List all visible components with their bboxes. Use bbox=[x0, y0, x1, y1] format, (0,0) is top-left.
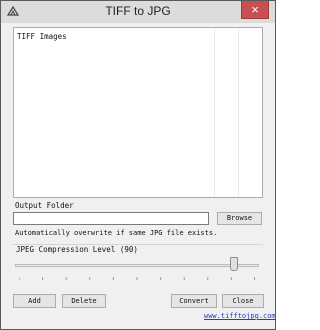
list-column-divider bbox=[214, 28, 215, 197]
compression-slider-thumb[interactable] bbox=[230, 257, 238, 271]
window-close-button[interactable]: × bbox=[241, 1, 269, 19]
tiff-images-list[interactable]: TIFF Images bbox=[13, 27, 263, 198]
output-folder-label: Output Folder bbox=[15, 201, 74, 210]
convert-button[interactable]: Convert bbox=[171, 294, 217, 308]
overwrite-note: Automatically overwrite if same JPG file… bbox=[15, 229, 218, 237]
close-button[interactable]: Close bbox=[222, 294, 264, 308]
website-link[interactable]: www.tifftojpg.com bbox=[204, 312, 276, 320]
app-window: TIFF to JPG × TIFF Images Output Folder … bbox=[0, 0, 276, 330]
compression-slider-track[interactable] bbox=[15, 264, 259, 267]
browse-button[interactable]: Browse bbox=[217, 212, 262, 225]
dialog-body: TIFF Images Output Folder Browse Automat… bbox=[7, 23, 276, 324]
window-title: TIFF to JPG bbox=[105, 4, 171, 18]
delete-button[interactable]: Delete bbox=[62, 294, 106, 308]
compression-level-label: JPEG Compression Level (90) bbox=[16, 245, 138, 254]
add-button[interactable]: Add bbox=[13, 294, 56, 308]
slider-ticks bbox=[19, 277, 255, 280]
list-column-divider bbox=[238, 28, 239, 197]
output-folder-input[interactable] bbox=[13, 212, 209, 225]
list-header: TIFF Images bbox=[17, 32, 67, 41]
title-bar[interactable]: TIFF to JPG × bbox=[1, 1, 275, 23]
